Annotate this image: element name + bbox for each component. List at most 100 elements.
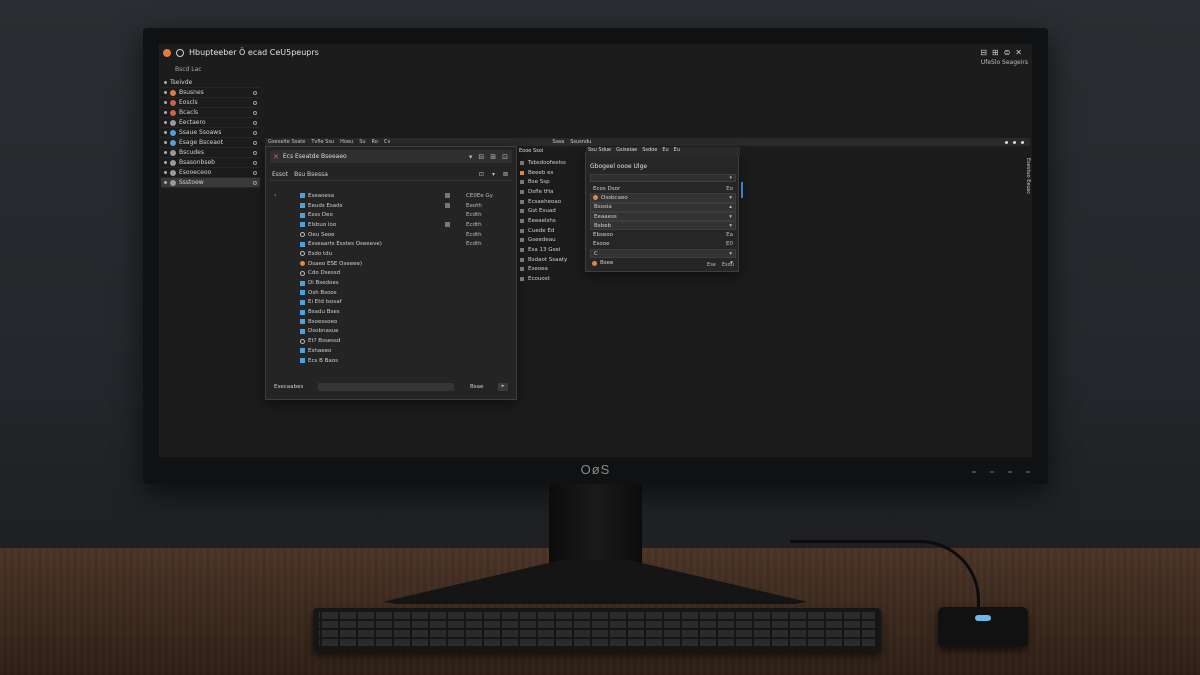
chevron-down-icon[interactable]: ▾ <box>729 214 732 220</box>
tab[interactable]: Ssu Sdue <box>588 147 611 156</box>
close-icon[interactable]: ✕ <box>273 153 279 161</box>
radio-icon[interactable] <box>253 121 257 125</box>
toolbar-item[interactable]: Ssusndu <box>570 139 591 145</box>
delete-icon[interactable]: ⊠ <box>503 171 508 178</box>
grid-view-icon[interactable]: ⊞ <box>490 153 496 161</box>
toolbar-item[interactable]: Ro <box>372 139 378 145</box>
sidebar-item[interactable]: Eectaero <box>161 118 260 128</box>
sidebar-item[interactable]: Bsasonbseb <box>161 158 260 168</box>
radio-icon[interactable] <box>253 171 257 175</box>
radio-icon[interactable] <box>253 111 257 115</box>
sidebar-item[interactable]: Esage Bsceaot <box>161 138 260 148</box>
settings-dropdown[interactable]: ▾ <box>590 174 736 182</box>
list-item[interactable]: Bsoessoeo <box>274 317 510 327</box>
window-settings-button[interactable]: ⊜ <box>1004 48 1011 57</box>
settings-field[interactable]: Ossbcaeo ▾ <box>590 193 736 203</box>
monitor-button[interactable] <box>1026 471 1030 473</box>
radio-icon[interactable] <box>253 181 257 185</box>
open-button[interactable]: Bsae <box>470 384 483 390</box>
list-item[interactable]: Ei Etd lsosaf <box>274 298 510 308</box>
list-item[interactable]: Gst Esuad <box>520 206 582 216</box>
tab[interactable]: Eu <box>674 147 680 156</box>
chevron-up-icon[interactable]: ▴ <box>729 204 732 210</box>
checkbox-icon[interactable] <box>445 193 450 199</box>
tab[interactable]: Ssdoe <box>642 147 657 156</box>
dot-icon[interactable] <box>1021 140 1024 144</box>
list-item[interactable]: Cuede Ed <box>520 226 582 236</box>
list-view-icon[interactable]: ⊟ <box>478 153 484 161</box>
window-close-button[interactable]: ✕ <box>1015 48 1022 57</box>
chevron-down-icon[interactable]: ▾ <box>729 251 732 257</box>
list-item[interactable]: Ecs B Baos <box>274 356 510 366</box>
settings-row[interactable]: Esooe E0 <box>590 240 736 249</box>
list-item[interactable]: Di Bsedoes <box>274 278 510 288</box>
radio-icon[interactable] <box>253 131 257 135</box>
toolbar-item[interactable]: Hoeu <box>340 139 353 145</box>
list-item[interactable]: Dsaeo ESE Oseeee) <box>274 259 510 269</box>
sidebar-item[interactable]: Esooeceoo <box>161 168 260 178</box>
monitor-button[interactable] <box>990 471 994 473</box>
settings-field[interactable]: C ▾ <box>590 249 736 259</box>
list-item[interactable]: Esa 13 Gsei <box>520 245 582 255</box>
sidebar-item[interactable]: Eoscls <box>161 98 260 108</box>
sidebar-item[interactable]: Ssaue Ssoaws <box>161 128 260 138</box>
list-item[interactable]: Ecouost <box>520 274 582 284</box>
sidebar-item[interactable]: Bscudes <box>161 148 260 158</box>
list-item[interactable]: Bsdaot Ssaaty <box>520 255 582 265</box>
list-item[interactable]: Eeuds Esads Eeoth <box>274 201 510 211</box>
settings-field[interactable]: Bsosia ▴ <box>590 202 736 212</box>
list-item[interactable]: Ecsaeheoao <box>520 197 582 207</box>
sidebar-item[interactable]: Tseivde <box>161 78 260 88</box>
breadcrumb-item[interactable]: Essot <box>272 171 288 178</box>
list-item[interactable]: ‹ Eseaoesa CE0Ee Gy <box>274 191 510 201</box>
sidebar-item[interactable]: Bcacls <box>161 108 260 118</box>
refresh-icon[interactable]: ⊡ <box>479 171 484 178</box>
checkbox-icon[interactable] <box>445 203 450 209</box>
checkbox-icon[interactable] <box>445 222 450 228</box>
list-item[interactable]: Cdo Dsessd <box>274 269 510 279</box>
list-item[interactable]: Elsbuo loo Ecdth <box>274 220 510 230</box>
window-minimize-button[interactable]: ⊟ <box>980 48 987 57</box>
list-item[interactable]: Eshaeeo <box>274 346 510 356</box>
filename-field[interactable] <box>318 383 454 391</box>
toolbar-item[interactable]: Su <box>359 139 365 145</box>
window-maximize-button[interactable]: ⊞ <box>992 48 999 57</box>
preview-icon[interactable]: ⊡ <box>502 153 508 161</box>
radio-icon[interactable] <box>253 141 257 145</box>
toolbar-item[interactable]: Gxeselte Ssate <box>268 139 305 145</box>
settings-footer-button[interactable]: Ese <box>707 262 716 268</box>
dropdown-icon[interactable]: ▾ <box>469 153 473 161</box>
list-item[interactable]: Eeeaelshs <box>520 216 582 226</box>
list-item[interactable]: Eseoea <box>520 265 582 275</box>
radio-icon[interactable] <box>253 161 257 165</box>
sidebar-item-active[interactable]: Ssstoew <box>161 178 260 188</box>
tab[interactable]: Eu <box>662 147 668 156</box>
toolbar-item[interactable]: Tvfle Ssu <box>311 139 334 145</box>
list-item[interactable]: Gseedeau <box>520 236 582 246</box>
toolbar-item[interactable]: Ssea <box>552 139 564 145</box>
list-item[interactable]: Esseaarts Esstes Oseeeve) Ecdth <box>274 239 510 249</box>
list-item[interactable]: Oeu Seoe Ecdth <box>274 230 510 240</box>
tab[interactable]: Gsiseiae <box>616 147 637 156</box>
chevron-down-icon[interactable]: ▾ <box>729 195 732 201</box>
list-item[interactable]: Dsfle tHa <box>520 187 582 197</box>
list-item[interactable]: Beeeb es <box>520 168 582 178</box>
settings-row[interactable]: Ebseoo Ea <box>590 230 736 239</box>
monitor-button[interactable] <box>1008 471 1012 473</box>
list-item[interactable]: Osh Bsoos <box>274 288 510 298</box>
settings-field[interactable]: Eeaaess ▾ <box>590 211 736 222</box>
list-item[interactable]: Tsbsdoofeelss <box>520 158 582 168</box>
radio-icon[interactable] <box>253 101 257 105</box>
toolbar-item[interactable]: Cv <box>384 139 390 145</box>
breadcrumb-item[interactable]: Bsu Bsessa <box>294 171 328 178</box>
dot-icon[interactable] <box>1005 140 1008 144</box>
list-item[interactable]: Bsadu Bses <box>274 307 510 317</box>
list-item[interactable]: Bse Ssp <box>520 177 582 187</box>
back-icon[interactable]: ‹ <box>274 192 300 199</box>
list-item[interactable]: Esdo tdu <box>274 249 510 259</box>
radio-icon[interactable] <box>253 91 257 95</box>
chevron-down-icon[interactable]: ▾ <box>729 223 732 229</box>
list-item[interactable]: Dsobnasue <box>274 327 510 337</box>
sidebar-item[interactable]: Bsusnes <box>161 88 260 98</box>
settings-field[interactable]: Bsbeb ▾ <box>590 221 736 231</box>
